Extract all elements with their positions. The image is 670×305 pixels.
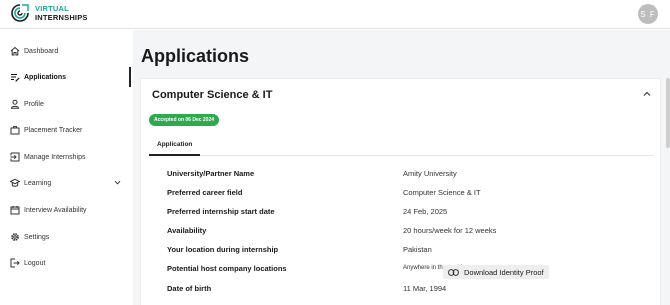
brand-line2: INTERNSHIPS bbox=[35, 13, 88, 22]
logo-icon bbox=[11, 4, 29, 22]
sidebar-item-interview-availability[interactable]: Interview Availability bbox=[0, 200, 133, 220]
sidebar-item-placement-tracker[interactable]: Placement Tracker bbox=[0, 120, 133, 140]
sidebar-item-label: Placement Tracker bbox=[24, 126, 83, 134]
sidebar-item-label: Interview Availability bbox=[24, 206, 87, 214]
sidebar-item-settings[interactable]: Settings bbox=[0, 227, 133, 247]
link-icon bbox=[448, 268, 459, 276]
field-value: Amity University bbox=[403, 169, 457, 178]
field-value: 20 hours/week for 12 weeks bbox=[403, 226, 497, 235]
field-row: Preferred internship start date 24 Feb, … bbox=[167, 207, 647, 219]
tab-application[interactable]: Application bbox=[149, 135, 201, 156]
tab-bar: Application bbox=[149, 135, 654, 156]
field-value: Computer Science & IT bbox=[403, 188, 481, 197]
sidebar-item-manage-internships[interactable]: Manage Internships bbox=[0, 147, 133, 167]
sidebar-item-label: Dashboard bbox=[24, 47, 59, 55]
sidebar-item-label: Settings bbox=[24, 233, 50, 241]
field-value: Pakistan bbox=[403, 245, 432, 254]
field-label: Availability bbox=[167, 226, 207, 235]
scrollbar[interactable] bbox=[666, 78, 670, 148]
sidebar-item-logout[interactable]: Logout bbox=[0, 253, 133, 273]
sidebar-item-applications[interactable]: Applications bbox=[0, 67, 133, 87]
top-bar: VIRTUAL INTERNSHIPS S F bbox=[0, 0, 670, 29]
brand-logo[interactable]: VIRTUAL INTERNSHIPS bbox=[10, 3, 88, 23]
sidebar-item-profile[interactable]: Profile bbox=[0, 94, 133, 114]
application-card: Computer Science & IT Accepted on 06 Dec… bbox=[140, 78, 661, 305]
sidebar-item-label: Profile bbox=[24, 100, 44, 108]
field-label: Preferred career field bbox=[167, 188, 243, 197]
avatar[interactable]: S F bbox=[638, 4, 658, 24]
field-label: Date of birth bbox=[167, 284, 212, 293]
gear-icon bbox=[9, 232, 20, 243]
field-row: University/Partner Name Amity University bbox=[167, 169, 647, 181]
graduation-cap-icon bbox=[9, 178, 20, 189]
sidebar-item-label: Applications bbox=[24, 73, 67, 81]
chevron-down-icon[interactable] bbox=[114, 179, 121, 186]
brand-line1: VIRTUAL bbox=[35, 4, 69, 13]
field-row: Your location during internship Pakistan bbox=[167, 245, 647, 257]
field-row: Potential host company locations Anywher… bbox=[167, 264, 647, 276]
sidebar-item-label: Learning bbox=[24, 179, 52, 187]
field-label: Preferred internship start date bbox=[167, 207, 275, 216]
field-row: Date of birth 11 Mar, 1994 bbox=[167, 284, 647, 296]
person-icon bbox=[9, 99, 20, 110]
field-row: Preferred career field Computer Science … bbox=[167, 188, 647, 200]
sidebar: Dashboard Applications Profile Placement… bbox=[0, 30, 133, 305]
field-label: University/Partner Name bbox=[167, 169, 255, 178]
field-value: 24 Feb, 2025 bbox=[403, 207, 448, 216]
page-title: Applications bbox=[141, 46, 250, 66]
download-identity-proof-button[interactable]: Download Identity Proof bbox=[443, 265, 549, 279]
status-badge: Accepted on 06 Dec 2024 bbox=[149, 114, 220, 126]
brand-name: VIRTUAL INTERNSHIPS bbox=[35, 4, 88, 22]
login-icon bbox=[9, 152, 20, 163]
field-value: 11 Mar, 1994 bbox=[403, 284, 447, 293]
sidebar-item-dashboard[interactable]: Dashboard bbox=[0, 41, 133, 61]
sidebar-item-label: Logout bbox=[24, 259, 46, 267]
home-icon bbox=[9, 46, 20, 57]
briefcase-icon bbox=[9, 125, 20, 136]
application-title: Computer Science & IT bbox=[152, 89, 273, 101]
field-label: Potential host company locations bbox=[167, 264, 287, 273]
sidebar-item-label: Manage Internships bbox=[24, 153, 86, 161]
calendar-icon bbox=[9, 205, 20, 216]
field-label: Your location during internship bbox=[167, 245, 279, 254]
field-row: Availability 20 hours/week for 12 weeks bbox=[167, 226, 647, 238]
main-content: Applications Computer Science & IT Accep… bbox=[133, 30, 670, 305]
sidebar-item-learning[interactable]: Learning bbox=[0, 173, 133, 193]
list-edit-icon bbox=[9, 72, 20, 83]
chevron-up-icon[interactable] bbox=[643, 90, 651, 98]
download-label: Download Identity Proof bbox=[464, 267, 544, 277]
logout-icon bbox=[9, 258, 20, 269]
